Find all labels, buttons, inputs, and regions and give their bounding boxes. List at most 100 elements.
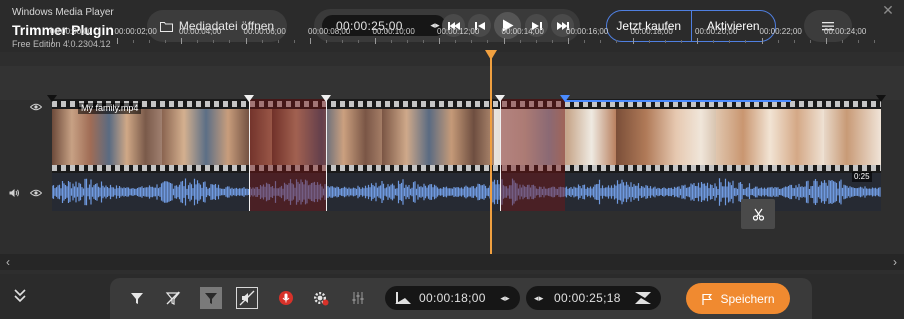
ruler-minor-tick bbox=[777, 40, 779, 43]
ruler-label: 00:00:14;00 bbox=[501, 27, 544, 36]
ruler-minor-tick bbox=[229, 40, 231, 43]
ruler-minor-tick bbox=[471, 40, 473, 43]
split-button[interactable] bbox=[741, 199, 775, 229]
audio-mixer-button[interactable] bbox=[347, 287, 369, 309]
gear-icon bbox=[313, 291, 329, 306]
mute-video-button[interactable] bbox=[236, 287, 258, 309]
filter-toggle-button[interactable] bbox=[200, 287, 222, 309]
playhead-line[interactable] bbox=[489, 58, 492, 254]
ruler-minor-tick bbox=[648, 40, 650, 43]
remove-filter-button[interactable] bbox=[162, 287, 184, 309]
ruler-minor-tick bbox=[664, 40, 666, 43]
filter-icon bbox=[131, 293, 143, 304]
horizontal-scrollbar[interactable]: ‹ › bbox=[0, 254, 904, 270]
film-sprocket-bottom bbox=[52, 165, 881, 171]
segment-marker[interactable] bbox=[321, 95, 332, 102]
ruler-label: 00:00:12;00 bbox=[437, 27, 480, 36]
sliders-icon bbox=[352, 292, 364, 304]
ruler-major-tick bbox=[826, 38, 827, 44]
ruler-minor-tick bbox=[261, 40, 263, 43]
segment-marker[interactable] bbox=[495, 95, 506, 102]
ruler-minor-tick bbox=[68, 40, 70, 43]
ruler-label: 00:00:06;00 bbox=[243, 27, 286, 36]
segment-boundary[interactable] bbox=[326, 99, 328, 211]
scissors-icon bbox=[752, 208, 764, 221]
ruler-minor-tick bbox=[858, 40, 860, 43]
scroll-right-icon[interactable]: › bbox=[889, 256, 901, 268]
time-ruler[interactable]: 00:00:00;00 00:00:02;00 00:00:04;00 00:00:0… bbox=[50, 14, 882, 48]
thumbnail-sleeping-1 bbox=[616, 109, 716, 165]
ruler-minor-tick bbox=[84, 40, 86, 43]
ruler-major-tick bbox=[245, 38, 247, 44]
settings-button[interactable] bbox=[310, 287, 332, 309]
clip-name-label: My family.mp4 bbox=[78, 103, 142, 114]
segment-marker[interactable] bbox=[243, 95, 254, 102]
segment-boundary[interactable] bbox=[565, 99, 566, 211]
ruler-minor-tick bbox=[535, 40, 537, 43]
segment-boundary[interactable] bbox=[500, 99, 502, 211]
ruler-minor-tick bbox=[358, 40, 360, 43]
ruler-label: 00:00:22;00 bbox=[759, 27, 802, 36]
collapse-down-icon[interactable] bbox=[13, 288, 27, 304]
cut-segment[interactable] bbox=[500, 99, 565, 211]
set-end-marker-icon[interactable] bbox=[633, 291, 653, 305]
end-time-step-icon[interactable]: ◂▸ bbox=[534, 293, 544, 304]
ruler-minor-tick bbox=[342, 40, 344, 43]
ruler-minor-tick bbox=[390, 40, 392, 43]
ruler-minor-tick bbox=[422, 40, 424, 43]
video-visibility-eye-icon[interactable] bbox=[30, 103, 42, 111]
audio-visibility-eye-icon[interactable] bbox=[30, 189, 42, 197]
ruler-label: 00:00:20;00 bbox=[695, 27, 738, 36]
thumbnail-family-1 bbox=[52, 109, 162, 165]
ruler-minor-tick bbox=[277, 40, 279, 43]
ruler-major-tick bbox=[116, 38, 118, 44]
filter-off-icon bbox=[165, 291, 181, 305]
ruler-minor-tick bbox=[842, 40, 844, 43]
trimmer-window: Windows Media Player Trimmer Plugin Free… bbox=[0, 0, 904, 319]
ruler-minor-tick bbox=[406, 40, 408, 43]
thumbnail-sleeping-2 bbox=[716, 109, 824, 165]
ruler-minor-tick bbox=[293, 40, 295, 43]
media-track[interactable] bbox=[52, 99, 881, 211]
segment-boundary[interactable] bbox=[248, 99, 250, 211]
end-time-value: 00:00:25;18 bbox=[554, 291, 621, 305]
record-audio-button[interactable] bbox=[275, 287, 297, 309]
selected-range-bar[interactable] bbox=[564, 100, 791, 102]
ruler-minor-tick bbox=[874, 40, 876, 43]
ruler-minor-tick bbox=[164, 40, 166, 43]
ruler-minor-tick bbox=[132, 40, 134, 43]
clip-duration-label: 0:25 bbox=[852, 172, 872, 182]
filter-button[interactable] bbox=[126, 287, 148, 309]
flag-icon bbox=[702, 293, 713, 305]
ruler-major-tick bbox=[310, 38, 311, 44]
ruler-minor-tick bbox=[100, 40, 102, 43]
ruler-minor-tick bbox=[197, 40, 199, 43]
ruler-minor-tick bbox=[713, 40, 715, 43]
ruler-minor-tick bbox=[455, 40, 457, 43]
ruler-minor-tick bbox=[616, 40, 618, 43]
cut-segment[interactable] bbox=[248, 99, 327, 211]
filter-active-icon bbox=[205, 293, 217, 304]
start-time-step-icon[interactable]: ◂▸ bbox=[500, 293, 510, 304]
track-end-marker bbox=[876, 95, 886, 102]
segment-marker[interactable] bbox=[559, 95, 570, 102]
ruler-label: 00:00:10;00 bbox=[372, 27, 415, 36]
ruler-band bbox=[0, 66, 904, 100]
ruler-label: 00:00:16;00 bbox=[566, 27, 609, 36]
scroll-left-icon[interactable]: ‹ bbox=[2, 256, 14, 268]
ruler-label: 00:00:00;00 bbox=[50, 27, 93, 36]
ruler-major-tick bbox=[632, 38, 634, 44]
start-time-field[interactable]: 00:00:18;00 ◂▸ bbox=[385, 286, 520, 310]
set-start-marker-icon[interactable] bbox=[393, 291, 413, 305]
save-button[interactable]: Speichern bbox=[686, 283, 790, 314]
mute-icon bbox=[239, 290, 255, 306]
ruler-major-tick bbox=[439, 38, 440, 44]
ruler-minor-tick bbox=[809, 40, 811, 43]
ruler-minor-tick bbox=[584, 40, 586, 43]
end-time-field[interactable]: ◂▸ 00:00:25;18 bbox=[526, 286, 661, 310]
close-icon[interactable]: ✕ bbox=[881, 3, 895, 17]
ruler-minor-tick bbox=[326, 40, 328, 43]
ruler-minor-tick bbox=[148, 40, 150, 43]
audio-speaker-icon[interactable] bbox=[9, 188, 20, 198]
ruler-minor-tick bbox=[551, 40, 553, 43]
